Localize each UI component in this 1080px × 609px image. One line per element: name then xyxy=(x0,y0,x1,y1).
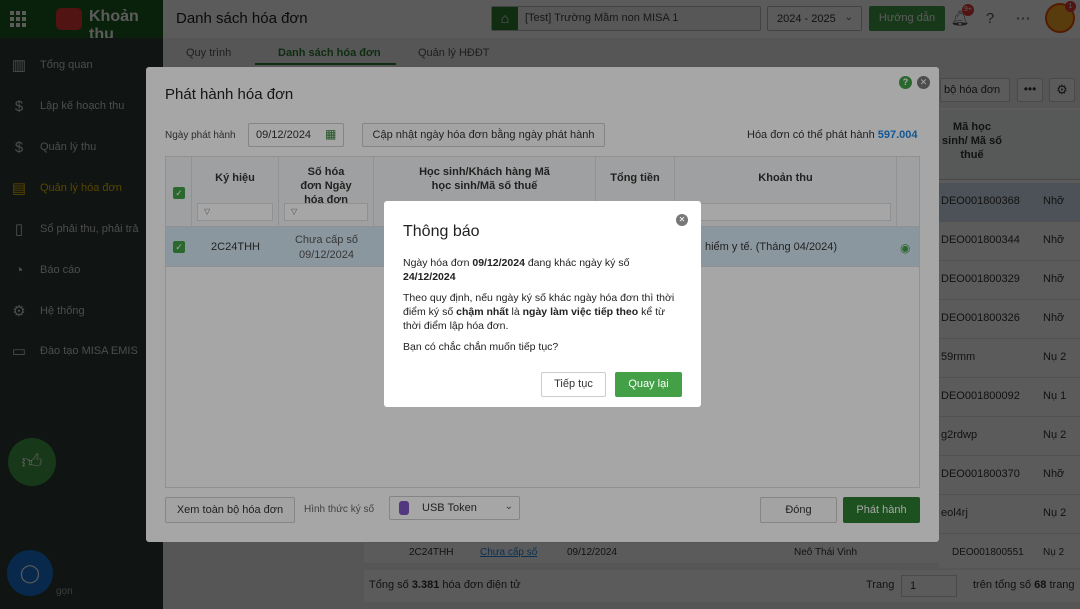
confirm-rule-message: Theo quy định, nếu ngày ký số khác ngày … xyxy=(403,291,685,333)
back-button[interactable]: Quay lại xyxy=(615,372,682,397)
msg-bold: ngày làm việc tiếp theo xyxy=(522,306,639,318)
confirm-question: Bạn có chắc chắn muốn tiếp tục? xyxy=(403,341,559,353)
sign-date: 24/12/2024 xyxy=(403,271,456,283)
msg-bold: chậm nhất xyxy=(456,306,509,318)
confirm-title: Thông báo xyxy=(403,223,480,240)
msg-text: đang khác ngày ký số xyxy=(524,257,630,269)
continue-button[interactable]: Tiếp tục xyxy=(541,372,606,397)
invoice-date: 09/12/2024 xyxy=(472,257,525,269)
close-icon[interactable]: ✕ xyxy=(676,214,688,226)
msg-text: Ngày hóa đơn xyxy=(403,257,473,269)
msg-text: là xyxy=(508,306,523,318)
confirm-date-message: Ngày hóa đơn 09/12/2024 đang khác ngày k… xyxy=(403,256,685,284)
confirm-dialog: Thông báo ✕ Ngày hóa đơn 09/12/2024 đang… xyxy=(384,201,701,407)
